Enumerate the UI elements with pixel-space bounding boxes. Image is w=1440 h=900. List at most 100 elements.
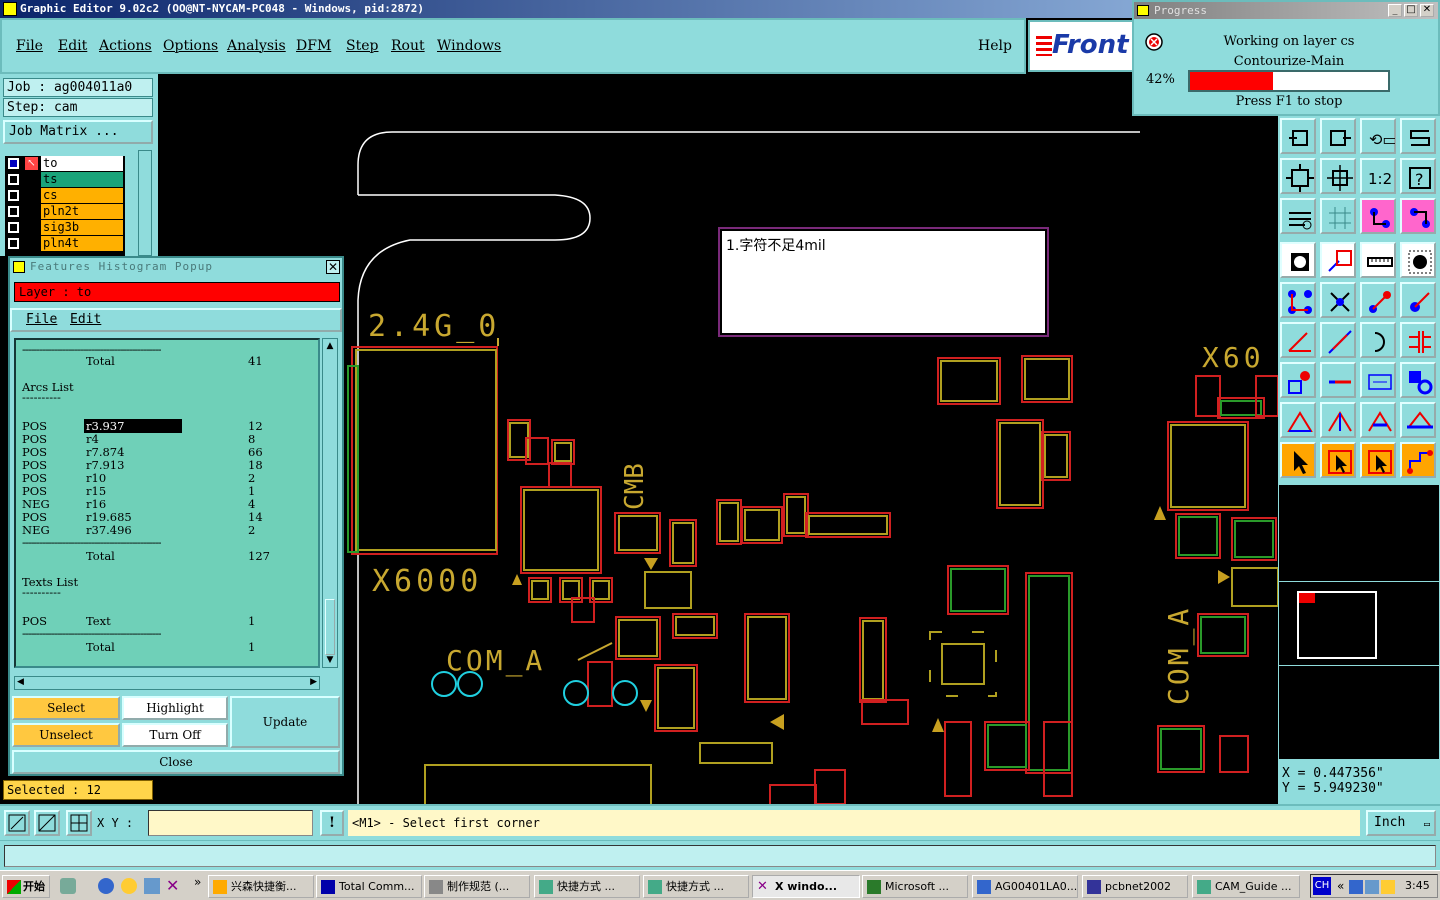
task-button[interactable]: 快捷方式 ... [534, 875, 640, 898]
scroll-up-icon[interactable]: ▲ [325, 341, 335, 351]
triangle-base-icon[interactable] [1400, 402, 1436, 438]
task-button[interactable]: 快捷方式 ... [643, 875, 749, 898]
task-button[interactable]: Total Comm... [316, 875, 422, 898]
menu-step[interactable]: Step [346, 38, 378, 54]
add-shape-icon[interactable] [1280, 362, 1316, 398]
menu-edit[interactable]: Edit [58, 38, 87, 54]
pointer-box-icon[interactable] [1320, 442, 1356, 478]
snap-red-icon[interactable] [1360, 198, 1396, 234]
turn-off-button[interactable]: Turn Off [122, 723, 228, 747]
zoom-home-icon[interactable] [1280, 118, 1316, 154]
move-node-icon[interactable] [1360, 282, 1396, 318]
tray-network-icon[interactable] [1349, 880, 1363, 894]
unselect-button[interactable]: Unselect [12, 723, 120, 747]
mini-map[interactable] [1278, 484, 1440, 760]
maximize-icon[interactable]: □ [1404, 4, 1418, 17]
task-button[interactable]: CAM_Guide ... [1192, 875, 1300, 898]
menu-dfm[interactable]: DFM [296, 38, 331, 54]
layer-row[interactable]: pln2t [5, 204, 125, 219]
grid-icon[interactable] [1320, 198, 1356, 234]
menu-file[interactable]: File [16, 38, 43, 54]
undo-view-icon[interactable]: ⟲▭ [1360, 118, 1396, 154]
pointer-icon[interactable] [1280, 442, 1316, 478]
histogram-list[interactable]: ----------------------------------------… [14, 338, 320, 668]
tray-monitor-icon[interactable] [1365, 880, 1379, 894]
layer-row[interactable]: pln4t [5, 236, 125, 251]
popup-menu-edit[interactable]: Edit [70, 310, 101, 330]
stop-icon[interactable] [1144, 32, 1164, 52]
route-icon[interactable] [1400, 442, 1436, 478]
measure-icon[interactable] [34, 810, 60, 836]
pointer-select-icon[interactable] [1360, 442, 1396, 478]
quicklaunch-icon[interactable] [60, 878, 76, 894]
close-icon[interactable]: ✕ [326, 260, 340, 274]
edit-node-icon[interactable] [1400, 282, 1436, 318]
layer-checkbox[interactable] [8, 206, 19, 217]
select-button[interactable]: Select [12, 696, 120, 720]
connect-nodes-icon[interactable] [1280, 282, 1316, 318]
split-icon[interactable] [1400, 322, 1436, 358]
zoom-area-icon[interactable] [4, 810, 30, 836]
layer-settings-icon[interactable] [1280, 198, 1316, 234]
scroll-down-icon[interactable]: ▼ [325, 655, 335, 665]
update-button[interactable]: Update [230, 696, 340, 748]
select-circle-icon[interactable] [1400, 242, 1436, 278]
clock-icon[interactable] [121, 878, 137, 894]
close-button[interactable]: Close [12, 750, 340, 774]
task-button[interactable]: Microsoft ... [862, 875, 968, 898]
layer-row[interactable]: sig3b [5, 220, 125, 235]
menu-windows[interactable]: Windows [437, 38, 501, 54]
menu-help[interactable]: Help [978, 38, 1012, 54]
layer-checkbox[interactable] [8, 158, 19, 169]
diagonal-line-icon[interactable] [1320, 322, 1356, 358]
menu-analysis[interactable]: Analysis [227, 38, 286, 54]
arc-icon[interactable] [1360, 322, 1396, 358]
triangle-fill-icon[interactable] [1360, 402, 1396, 438]
layer-list-scrollbar[interactable] [138, 150, 152, 256]
task-button-active[interactable]: ✕ X windo... [752, 875, 860, 898]
triangle-split-icon[interactable] [1320, 402, 1356, 438]
layer-row[interactable]: ↖ to [5, 156, 125, 171]
xy-input[interactable] [148, 810, 313, 836]
task-button[interactable]: 制作规范 (... [424, 875, 530, 898]
layer-row[interactable]: cs [5, 188, 125, 203]
xwin-icon[interactable]: ✕ [166, 876, 179, 895]
scroll-thumb[interactable] [325, 599, 335, 655]
redraw-icon[interactable] [1400, 118, 1436, 154]
layer-checkbox[interactable] [8, 174, 19, 185]
layer-checkbox[interactable] [8, 238, 19, 249]
menu-actions[interactable]: Actions [99, 38, 152, 54]
highlight-button[interactable]: Highlight [122, 696, 228, 720]
start-button[interactable]: 开始 [2, 875, 50, 898]
center-view-icon[interactable] [1320, 158, 1356, 194]
close-icon[interactable]: ✕ [1420, 4, 1434, 17]
help-query-icon[interactable]: ? [1400, 158, 1436, 194]
task-button[interactable]: AG00401LA0... [972, 875, 1078, 898]
menu-rout[interactable]: Rout [391, 38, 425, 54]
triangle-outline-icon[interactable] [1280, 402, 1316, 438]
layer-checkbox[interactable] [8, 190, 19, 201]
snap-grid-icon[interactable] [66, 810, 92, 836]
popup-menu-file[interactable]: File [26, 310, 57, 330]
cross-icon[interactable] [1320, 282, 1356, 318]
shapes-icon[interactable] [1400, 362, 1436, 398]
ie-icon[interactable] [98, 878, 114, 894]
snap-blue-icon[interactable] [1400, 198, 1436, 234]
pan-icon[interactable] [1320, 118, 1356, 154]
minimize-icon[interactable]: _ [1388, 4, 1402, 17]
layer-row[interactable]: ts [5, 172, 125, 187]
histogram-horizontal-scrollbar[interactable]: ◀ ▶ [14, 676, 320, 690]
review-note[interactable]: 1.字符不足4mil [720, 229, 1047, 335]
more-icon[interactable]: » [194, 875, 201, 889]
layer-checkbox[interactable] [8, 222, 19, 233]
angle-icon[interactable] [1280, 322, 1316, 358]
measure-ruler-icon[interactable] [1360, 242, 1396, 278]
fit-view-icon[interactable] [1280, 158, 1316, 194]
tray-expand-icon[interactable]: « [1337, 875, 1344, 897]
clock[interactable]: 3:45 [1405, 875, 1430, 897]
add-line-icon[interactable] [1320, 242, 1356, 278]
alert-icon[interactable]: ! [320, 810, 344, 836]
scale-1-2-icon[interactable]: 1:2 [1360, 158, 1396, 194]
add-pad-icon[interactable] [1280, 242, 1316, 278]
scroll-left-icon[interactable]: ◀ [17, 677, 24, 687]
